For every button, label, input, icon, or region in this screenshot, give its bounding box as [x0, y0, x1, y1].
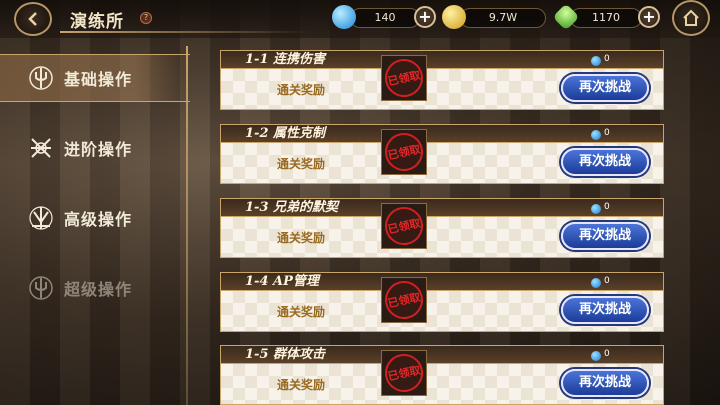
gem-icon — [591, 204, 601, 214]
gold-counter: 9.7W — [460, 8, 546, 28]
sidebar-item-label: 基础操作 — [64, 70, 133, 89]
home-button[interactable] — [672, 0, 710, 36]
title-underline — [60, 31, 310, 33]
stage-card-body: 通关奖励 已领取 0 再次挑战 — [220, 276, 664, 332]
sidebar-item-label: 进阶操作 — [64, 140, 133, 159]
reward-label: 通关奖励 — [277, 83, 326, 97]
sidebar-item-expert[interactable]: 高级操作 — [0, 194, 190, 242]
reward-item[interactable]: 已领取 — [381, 129, 427, 175]
sidebar-item-label: 超级操作 — [64, 280, 133, 299]
stage-card: 1-1 连携伤害 通关奖励 已领取 0 再次挑战 — [220, 50, 664, 110]
sidebar-item-basic[interactable]: 基础操作 — [0, 54, 190, 102]
gem-icon — [591, 351, 601, 361]
reward-label: 通关奖励 — [277, 157, 326, 171]
retry-button[interactable]: 再次挑战 — [561, 148, 649, 176]
gem-counter: 140 — [350, 8, 420, 28]
reward-item[interactable]: 已领取 — [381, 350, 427, 396]
reward-item[interactable]: 已领取 — [381, 277, 427, 323]
reward-label: 通关奖励 — [277, 378, 326, 392]
page-title: 演练所 — [70, 12, 124, 32]
claimed-stamp: 已领取 — [381, 350, 427, 396]
claimed-stamp: 已领取 — [381, 55, 427, 101]
claimed-stamp: 已领取 — [381, 277, 427, 323]
stage-card: 1-2 属性克制 通关奖励 已领取 0 再次挑战 — [220, 124, 664, 184]
stage-title: 1-5 群体攻击 — [245, 347, 326, 362]
sidebar-item-label: 高级操作 — [64, 210, 133, 229]
stage-card: 1-5 群体攻击 通关奖励 已领取 0 再次挑战 — [220, 345, 664, 405]
top-bar: 演练所 ? 140 + 9.7W 1170 + — [0, 0, 720, 38]
stage-card: 1-4 AP管理 通关奖励 已领取 0 再次挑战 — [220, 272, 664, 332]
stage-title: 1-1 连携伤害 — [245, 52, 326, 67]
crossed-swords-icon — [26, 133, 56, 163]
claimed-stamp: 已领取 — [381, 129, 427, 175]
stage-card-body: 通关奖励 已领取 0 再次挑战 — [220, 202, 664, 258]
tri-blade-icon — [26, 203, 56, 233]
gem-count: 0 — [604, 128, 610, 138]
stage-card-body: 通关奖励 已领取 0 再次挑战 — [220, 349, 664, 405]
sidebar-item-master[interactable]: 超级操作 — [0, 264, 190, 312]
help-icon[interactable]: ? — [140, 12, 152, 24]
gem-count: 0 — [604, 202, 610, 212]
gem-icon — [591, 56, 601, 66]
blue-gem-icon — [332, 5, 356, 29]
gem-count: 0 — [604, 349, 610, 359]
retry-button[interactable]: 再次挑战 — [561, 222, 649, 250]
stage-title: 1-2 属性克制 — [245, 126, 326, 141]
back-button[interactable] — [14, 2, 52, 36]
stage-title: 1-4 AP管理 — [245, 274, 319, 289]
stage-card-body: 通关奖励 已领取 0 再次挑战 — [220, 128, 664, 184]
reward-label: 通关奖励 — [277, 305, 326, 319]
reward-label: 通关奖励 — [277, 231, 326, 245]
add-gem-button[interactable]: + — [414, 6, 436, 28]
claimed-stamp: 已领取 — [381, 203, 427, 249]
stage-title: 1-3 兄弟的默契 — [245, 200, 339, 215]
add-crystal-button[interactable]: + — [638, 6, 660, 28]
sidebar-item-advanced[interactable]: 进阶操作 — [0, 124, 190, 172]
gem-icon — [591, 278, 601, 288]
stage-card: 1-3 兄弟的默契 通关奖励 已领取 0 再次挑战 — [220, 198, 664, 258]
locked-trident-icon — [26, 273, 56, 303]
retry-button[interactable]: 再次挑战 — [561, 296, 649, 324]
retry-button[interactable]: 再次挑战 — [561, 369, 649, 397]
trident-icon — [26, 63, 56, 93]
reward-item[interactable]: 已领取 — [381, 55, 427, 101]
gem-count: 0 — [604, 276, 610, 286]
gold-coin-icon — [442, 5, 466, 29]
gem-icon — [591, 130, 601, 140]
stage-card-body: 通关奖励 已领取 0 再次挑战 — [220, 54, 664, 110]
gem-count: 0 — [604, 54, 610, 64]
chevron-left-icon — [28, 12, 37, 26]
crystal-counter: 1170 — [570, 8, 642, 28]
retry-button[interactable]: 再次挑战 — [561, 74, 649, 102]
reward-item[interactable]: 已领取 — [381, 203, 427, 249]
home-icon — [683, 9, 699, 26]
